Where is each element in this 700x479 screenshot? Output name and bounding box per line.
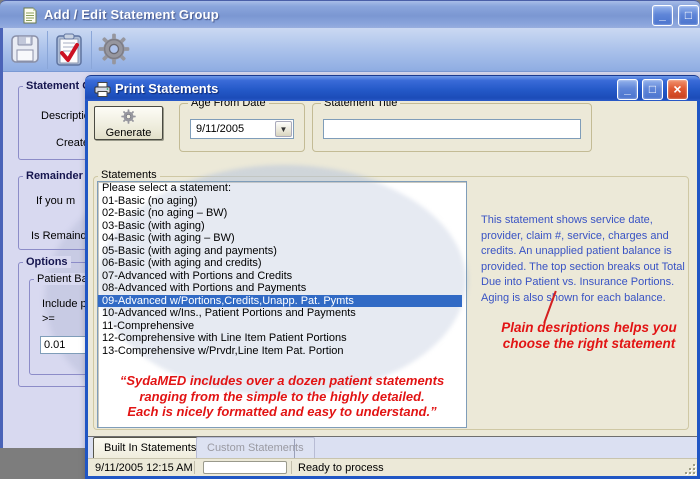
background-titlebar[interactable]: Add / Edit Statement Group _ □ — [0, 0, 700, 28]
dialog-print-statements: Print Statements _ □ × Gener — [85, 75, 700, 479]
annotation-note: Plain desriptions helps you choose the r… — [483, 320, 695, 352]
statement-list-item[interactable]: 08-Advanced with Portions and Payments — [98, 282, 466, 295]
statement-list-item[interactable]: 02-Basic (no aging – BW) — [98, 207, 466, 220]
age-from-date-select[interactable]: 9/11/2005 ▼ — [190, 119, 294, 139]
options-box-label: Options — [23, 256, 71, 268]
age-from-date-value: 9/11/2005 — [196, 123, 244, 135]
window-left-border — [0, 28, 3, 448]
save-icon[interactable] — [9, 33, 41, 65]
toolbar-separator — [47, 31, 48, 69]
status-separator — [194, 461, 195, 474]
dialog-title: Print Statements — [115, 81, 218, 96]
dialog-body: Generate Age From Date 9/11/2005 ▼ State… — [85, 101, 700, 479]
minimize-icon[interactable]: _ — [652, 5, 673, 26]
statement-list-item[interactable]: 04-Basic (with aging – BW) — [98, 232, 466, 245]
minimize-icon[interactable]: _ — [617, 79, 638, 100]
generate-button[interactable]: Generate — [94, 106, 163, 140]
toolbar-separator — [91, 31, 92, 69]
marketing-quote: “SydaMED includes over a dozen patient s… — [98, 373, 466, 420]
description-label: Descriptio — [41, 110, 90, 122]
status-timestamp: 9/11/2005 12:15 AM — [95, 462, 193, 474]
statement-title-label: Statement Title — [321, 101, 400, 109]
status-bar: 9/11/2005 12:15 AM Ready to process — [88, 458, 697, 476]
statement-list-item[interactable]: 01-Basic (no aging) — [98, 195, 466, 208]
age-from-date-label: Age From Date — [188, 101, 269, 109]
age-from-date-group: Age From Date 9/11/2005 ▼ — [179, 103, 305, 152]
printer-icon — [94, 82, 111, 97]
statements-group-label: Statements — [98, 169, 160, 181]
screen: Add / Edit Statement Group _ □ — [0, 0, 700, 479]
statement-tabstrip: Built In Statements Custom Statements — [88, 436, 697, 458]
maximize-icon[interactable]: □ — [642, 79, 663, 100]
statement-list-item[interactable]: 11-Comprehensive — [98, 320, 466, 333]
remainder-line1: If you m — [36, 195, 75, 207]
dropdown-arrow-icon[interactable]: ▼ — [275, 121, 292, 137]
statement-list-item[interactable]: 03-Basic (with aging) — [98, 220, 466, 233]
progress-bar — [203, 461, 287, 474]
close-icon[interactable]: × — [667, 79, 688, 100]
tab-built-in-statements[interactable]: Built In Statements — [93, 437, 207, 459]
statement-list-item[interactable]: 10-Advanced w/Ins., Patient Portions and… — [98, 307, 466, 320]
statement-title-input[interactable] — [323, 119, 581, 139]
status-message: Ready to process — [298, 462, 384, 474]
statement-title-group: Statement Title — [312, 103, 592, 152]
toolbar — [0, 28, 700, 72]
statement-list-item[interactable]: 09-Advanced w/Portions,Credits,Unapp. Pa… — [98, 295, 462, 308]
statement-list-item[interactable]: Please select a statement: — [98, 182, 466, 195]
background-window-title: Add / Edit Statement Group — [44, 7, 219, 22]
gear-icon — [121, 109, 136, 124]
include-label: Include p. — [42, 298, 90, 310]
statement-list-item[interactable]: 13-Comprehensive w/Prvdr,Line Item Pat. … — [98, 345, 466, 358]
statement-list-item[interactable]: 05-Basic (with aging and payments) — [98, 245, 466, 258]
dialog-titlebar[interactable]: Print Statements _ □ × — [85, 75, 700, 101]
remainder-line2: Is Remainde — [31, 230, 93, 242]
statement-list-item[interactable]: 06-Basic (with aging and credits) — [98, 257, 466, 270]
maximize-icon[interactable]: □ — [678, 5, 699, 26]
statement-list-item[interactable]: 07-Advanced with Portions and Credits — [98, 270, 466, 283]
gte-label: >= — [42, 313, 55, 325]
statement-description: This statement shows service date, provi… — [481, 213, 693, 306]
tab-custom-statements[interactable]: Custom Statements — [196, 437, 315, 459]
document-icon — [22, 7, 38, 24]
statement-listbox[interactable]: Please select a statement:01-Basic (no a… — [97, 181, 467, 428]
generate-button-label: Generate — [95, 127, 162, 139]
resize-grip-icon[interactable] — [683, 462, 695, 474]
statement-list-item[interactable]: 12-Comprehensive with Line Item Patient … — [98, 332, 466, 345]
statement-group-box-label: Statement G — [23, 80, 94, 92]
tab-separator — [294, 439, 295, 459]
clipboard-check-icon[interactable] — [54, 33, 84, 67]
remainder-box-label: Remainder — [23, 170, 86, 182]
status-separator — [291, 461, 292, 474]
gear-icon[interactable] — [98, 33, 130, 65]
